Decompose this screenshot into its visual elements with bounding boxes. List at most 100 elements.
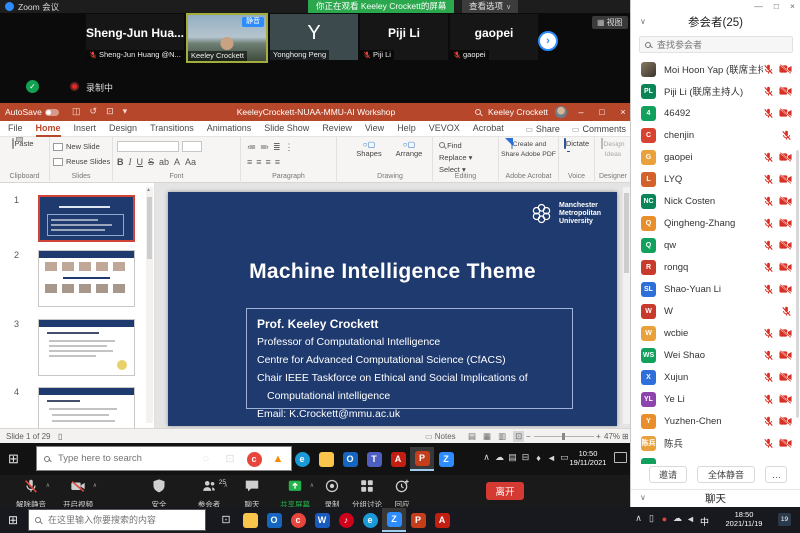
next-videos-button[interactable]: › [538, 31, 558, 51]
close-button[interactable]: × [790, 1, 795, 11]
thumbnail-scrollbar[interactable] [146, 187, 153, 423]
onedrive-icon[interactable]: ☁ [673, 513, 682, 524]
unmute-button[interactable]: ∧ 解除静音 [6, 478, 56, 510]
slide[interactable]: ManchesterMetropolitanUniversity Machine… [168, 192, 617, 426]
participant-row[interactable]: Y Yuzhen-Chen [631, 410, 800, 432]
date-badge[interactable]: 19 [778, 513, 791, 526]
participant-row[interactable]: SL Shao-Yuan Li [631, 278, 800, 300]
zoom-icon[interactable]: Z [382, 508, 406, 532]
video-tile[interactable]: gaopei gaopei [450, 14, 538, 60]
outlook-icon[interactable]: O [262, 508, 286, 532]
file-explorer-icon[interactable] [238, 508, 262, 532]
meeting-secure-icon[interactable] [26, 80, 39, 93]
participant-row[interactable] [631, 454, 800, 464]
security-button[interactable]: 安全 [134, 478, 184, 510]
fit-to-window-icon[interactable] [622, 432, 629, 441]
replace-button[interactable]: Replace ▾ [439, 153, 472, 162]
participant-row[interactable]: PL Piji Li (联席主持人) [631, 80, 800, 102]
font-format-button[interactable]: U [137, 157, 144, 167]
participant-row[interactable]: Q qw [631, 234, 800, 256]
slide-thumbnail-4[interactable] [38, 387, 135, 428]
speaker-icon[interactable]: ◄ [547, 453, 556, 463]
taskbar-clock[interactable]: 18:50 2021/11/19 [718, 511, 770, 528]
ribbon-tab[interactable]: Transitions [150, 121, 194, 137]
font-format-button[interactable]: A [174, 157, 180, 167]
design-ideas-button[interactable]: Design Ideas [597, 139, 629, 158]
participant-search-input[interactable] [655, 39, 787, 51]
participant-row[interactable]: YL Ye Li [631, 388, 800, 410]
start-button[interactable] [8, 513, 18, 527]
onedrive-icon[interactable]: ☁ [495, 452, 504, 463]
ribbon-tab[interactable]: Slide Show [264, 121, 309, 137]
list-format-icons[interactable]: ≔≕≣⋮ [247, 142, 298, 153]
task-view-icon[interactable]: ⊡ [214, 508, 238, 532]
task-view-icon[interactable]: ⊡ [218, 447, 242, 471]
slide-thumbnail-3[interactable] [38, 319, 135, 376]
teams-tray-icon[interactable]: ♦ [534, 453, 543, 463]
account-name[interactable]: Keeley Crockett [488, 107, 548, 117]
view-switcher[interactable]: ▤▦▥⊡ [468, 431, 524, 442]
speaker-icon[interactable]: ◄ [686, 514, 695, 524]
chevron-up-icon[interactable]: ∧ [46, 482, 50, 489]
edge-icon[interactable]: e [290, 447, 314, 471]
taskbar-search[interactable] [28, 509, 206, 531]
teams-icon[interactable]: T [362, 447, 386, 471]
search-input[interactable] [46, 514, 199, 526]
zoom-slider[interactable] [534, 436, 594, 437]
chat-collapse-icon[interactable]: ∨ [640, 493, 646, 502]
more-button[interactable]: … [765, 466, 787, 483]
chevron-up-icon[interactable]: ∧ [93, 482, 97, 489]
new-slide-button[interactable]: New Slide [53, 142, 100, 151]
ribbon-tab[interactable]: Acrobat [473, 121, 504, 137]
notes-button[interactable]: Notes [425, 432, 456, 441]
participant-row[interactable]: Q Qingheng-Zhang [631, 212, 800, 234]
ribbon-tab[interactable]: Home [36, 121, 61, 137]
outlook-icon[interactable]: O [338, 447, 362, 471]
video-tile[interactable]: Piji Li Piji Li [360, 14, 448, 60]
chevron-up-icon[interactable]: ∧ [482, 452, 491, 463]
acrobat-icon[interactable]: A [386, 447, 410, 471]
music-icon[interactable]: ♪ [334, 508, 358, 532]
video-tile[interactable]: Sheng-Jun Hua... Sheng-Jun Huang @N... [86, 14, 184, 60]
zoom-out-button[interactable]: − [526, 432, 531, 441]
taskbar-clock[interactable]: 10:50 19/11/2021 [566, 450, 610, 467]
align-icons[interactable]: ≡≡≡≡ [247, 157, 284, 167]
slide-thumbnail-2[interactable] [38, 250, 135, 307]
ribbon-tab[interactable]: Review [322, 121, 352, 137]
font-format-button[interactable]: S [148, 157, 154, 167]
create-pdf-button[interactable]: Create and Share Adobe PDF [501, 139, 556, 158]
file-explorer-icon[interactable] [314, 447, 338, 471]
participant-row[interactable]: W wcbie [631, 322, 800, 344]
word-icon[interactable]: W [310, 508, 334, 532]
close-button[interactable]: × [616, 107, 630, 117]
ribbon-tab[interactable]: Animations [207, 121, 252, 137]
share-button[interactable]: Share [525, 124, 560, 134]
participants-scrollbar[interactable] [795, 58, 800, 464]
reactions-button[interactable]: 回应 [377, 478, 427, 510]
participant-row[interactable]: G gaopei [631, 146, 800, 168]
participant-row[interactable]: WS Wei Shao [631, 344, 800, 366]
chrome-icon[interactable]: c [242, 447, 266, 471]
canvas-scrollbar[interactable] [623, 187, 630, 424]
edge-icon[interactable]: e [358, 508, 382, 532]
arrange-button[interactable]: Arrange [390, 140, 428, 158]
video-tile[interactable]: Y Yonghong Peng [270, 14, 358, 60]
acrobat-icon[interactable]: A [430, 508, 454, 532]
ribbon-tab[interactable]: Insert [74, 121, 97, 137]
leave-meeting-button[interactable]: 离开 [486, 482, 524, 500]
window-icon[interactable]: ⊟ [521, 452, 530, 463]
zoom-in-button[interactable]: + [596, 432, 601, 441]
chevron-up-icon[interactable]: ∧ [634, 513, 643, 524]
participant-row[interactable]: R rongq [631, 256, 800, 278]
view-options-button[interactable]: 查看选项∨ [462, 0, 518, 13]
panel-collapse-icon[interactable]: ∨ [640, 17, 646, 26]
font-size-box[interactable] [182, 141, 202, 152]
participant-row[interactable]: Moi Hoon Yap (联席主持人) [631, 58, 800, 80]
participant-row[interactable]: 陈兵 陈兵 [631, 432, 800, 454]
display-icon[interactable]: ▤ [508, 452, 517, 463]
shapes-button[interactable]: Shapes [352, 140, 386, 158]
ribbon-tab[interactable]: File [8, 121, 23, 137]
maximize-button[interactable]: □ [595, 107, 609, 117]
find-button[interactable]: Find [439, 141, 462, 150]
powerpoint-icon[interactable]: P [410, 447, 434, 471]
